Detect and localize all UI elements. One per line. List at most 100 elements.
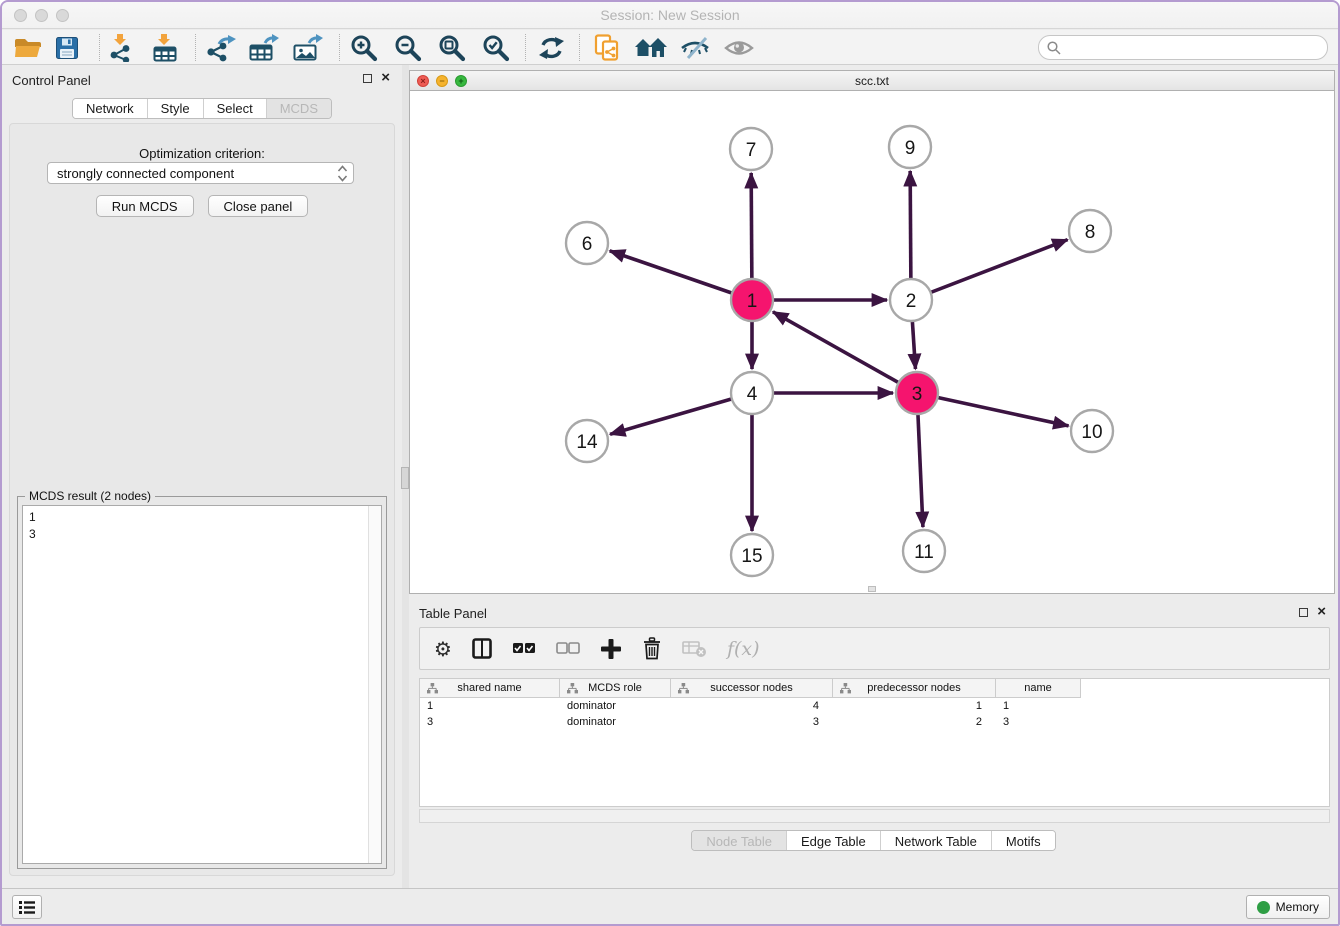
show-all-button[interactable] (724, 34, 754, 62)
delete-table-icon[interactable] (682, 640, 707, 658)
cell-name[interactable]: 3 (996, 714, 1081, 730)
function-builder-icon[interactable]: f(x) (727, 638, 760, 660)
import-network-button[interactable] (108, 34, 134, 62)
memory-button[interactable]: Memory (1246, 895, 1330, 919)
column-header-predecessor-nodes[interactable]: predecessor nodes (833, 679, 996, 698)
toolbar-separator (195, 34, 196, 61)
svg-text:10: 10 (1081, 422, 1102, 443)
criterion-dropdown[interactable]: strongly connected component (47, 162, 354, 184)
column-header-successor-nodes[interactable]: successor nodes (671, 679, 833, 698)
cell-successor-nodes[interactable]: 3 (671, 714, 833, 730)
edge-2-8[interactable] (911, 240, 1068, 300)
table-row[interactable]: 1dominator411 (420, 698, 1329, 714)
table-settings-gear-icon[interactable]: ⚙ (434, 637, 452, 661)
cell-MCDS-role[interactable]: dominator (560, 698, 671, 714)
home-view-button[interactable] (634, 34, 668, 62)
close-panel-icon[interactable]: × (381, 73, 390, 83)
graph-node-2[interactable]: 2 (890, 279, 932, 321)
tab-network[interactable]: Network (73, 99, 147, 118)
svg-text:4: 4 (747, 384, 758, 405)
graph-node-7[interactable]: 7 (730, 128, 772, 170)
create-column-plus-icon[interactable] (600, 638, 622, 660)
graph-node-14[interactable]: 14 (566, 420, 608, 462)
refresh-button[interactable] (538, 34, 565, 62)
show-columns-icon[interactable] (472, 638, 492, 659)
memory-status-icon (1257, 901, 1270, 914)
export-image-button[interactable] (293, 34, 323, 62)
float-table-panel-icon[interactable] (1299, 608, 1308, 617)
task-history-button[interactable] (12, 895, 42, 919)
table-row[interactable]: 3dominator323 (420, 714, 1329, 730)
save-session-button[interactable] (56, 34, 78, 62)
zoom-fit-icon (438, 34, 466, 62)
table-tabs: Node TableEdge TableNetwork TableMotifs (691, 830, 1055, 851)
main-area: Control Panel × NetworkStyleSelectMCDS O… (2, 65, 1338, 888)
svg-text:9: 9 (905, 138, 916, 159)
sort-tree-icon (678, 683, 689, 694)
result-scrollbar[interactable] (368, 506, 381, 863)
run-mcds-button[interactable]: Run MCDS (96, 195, 194, 217)
network-resize-handle[interactable] (868, 586, 876, 592)
select-all-columns-icon[interactable] (512, 642, 536, 656)
close-table-panel-icon[interactable]: × (1317, 607, 1326, 617)
close-panel-button[interactable]: Close panel (208, 195, 309, 217)
graph-node-10[interactable]: 10 (1071, 410, 1113, 452)
svg-text:2: 2 (906, 291, 917, 312)
cell-name[interactable]: 1 (996, 698, 1081, 714)
import-table-button[interactable] (153, 34, 177, 62)
open-session-button[interactable] (14, 34, 41, 62)
control-panel-tabs: NetworkStyleSelectMCDS (72, 98, 332, 119)
table-horizontal-scrollbar[interactable] (419, 809, 1330, 823)
cell-shared-name[interactable]: 1 (420, 698, 560, 714)
edge-1-6[interactable] (610, 251, 752, 300)
mcds-result-list[interactable]: 13 (22, 505, 382, 864)
graph-node-3[interactable]: 3 (896, 372, 938, 414)
graph-node-1[interactable]: 1 (731, 279, 773, 321)
export-table-button[interactable] (249, 34, 279, 62)
graph-node-15[interactable]: 15 (731, 534, 773, 576)
zoom-selected-button[interactable] (482, 34, 510, 62)
edge-3-1[interactable] (773, 312, 917, 393)
graph-node-11[interactable]: 11 (903, 530, 945, 572)
network-window-titlebar[interactable]: × − + scc.txt (410, 71, 1334, 91)
node-table[interactable]: shared nameMCDS rolesuccessor nodesprede… (419, 678, 1330, 807)
delete-column-trash-icon[interactable] (642, 637, 662, 660)
save-icon (56, 37, 78, 59)
tab-edge-table[interactable]: Edge Table (786, 831, 880, 850)
column-header-MCDS-role[interactable]: MCDS role (560, 679, 671, 698)
tab-network-table[interactable]: Network Table (880, 831, 991, 850)
column-header-shared-name[interactable]: shared name (420, 679, 560, 698)
cell-MCDS-role[interactable]: dominator (560, 714, 671, 730)
edge-3-10[interactable] (917, 393, 1069, 426)
hide-selected-button[interactable] (680, 34, 710, 62)
graph-node-8[interactable]: 8 (1069, 210, 1111, 252)
cell-predecessor-nodes[interactable]: 1 (833, 698, 996, 714)
column-header-name[interactable]: name (996, 679, 1081, 698)
tab-select[interactable]: Select (203, 99, 266, 118)
graph-node-4[interactable]: 4 (731, 372, 773, 414)
search-box[interactable] (1038, 35, 1328, 60)
export-network-button[interactable] (206, 34, 236, 62)
cell-predecessor-nodes[interactable]: 2 (833, 714, 996, 730)
float-panel-icon[interactable] (363, 74, 372, 83)
export-network-icon (206, 34, 236, 62)
result-line: 1 (29, 509, 375, 526)
vertical-splitter[interactable] (402, 65, 409, 888)
status-bar: Memory (2, 888, 1338, 924)
tab-motifs[interactable]: Motifs (991, 831, 1055, 850)
tab-style[interactable]: Style (147, 99, 203, 118)
cell-shared-name[interactable]: 3 (420, 714, 560, 730)
cell-successor-nodes[interactable]: 4 (671, 698, 833, 714)
unselect-all-columns-icon[interactable] (556, 642, 580, 656)
zoom-out-button[interactable] (394, 34, 422, 62)
zoom-in-button[interactable] (350, 34, 378, 62)
graph-node-9[interactable]: 9 (889, 126, 931, 168)
clone-network-button[interactable] (594, 34, 620, 62)
network-canvas[interactable]: 7 9 6 8 1 2 4 3 14 10 15 11 (410, 92, 1334, 593)
search-input[interactable] (1066, 40, 1319, 55)
tab-mcds[interactable]: MCDS (266, 99, 331, 118)
zoom-fit-button[interactable] (438, 34, 466, 62)
graph-node-6[interactable]: 6 (566, 222, 608, 264)
splitter-handle[interactable] (401, 467, 409, 489)
tab-node-table[interactable]: Node Table (692, 831, 786, 850)
